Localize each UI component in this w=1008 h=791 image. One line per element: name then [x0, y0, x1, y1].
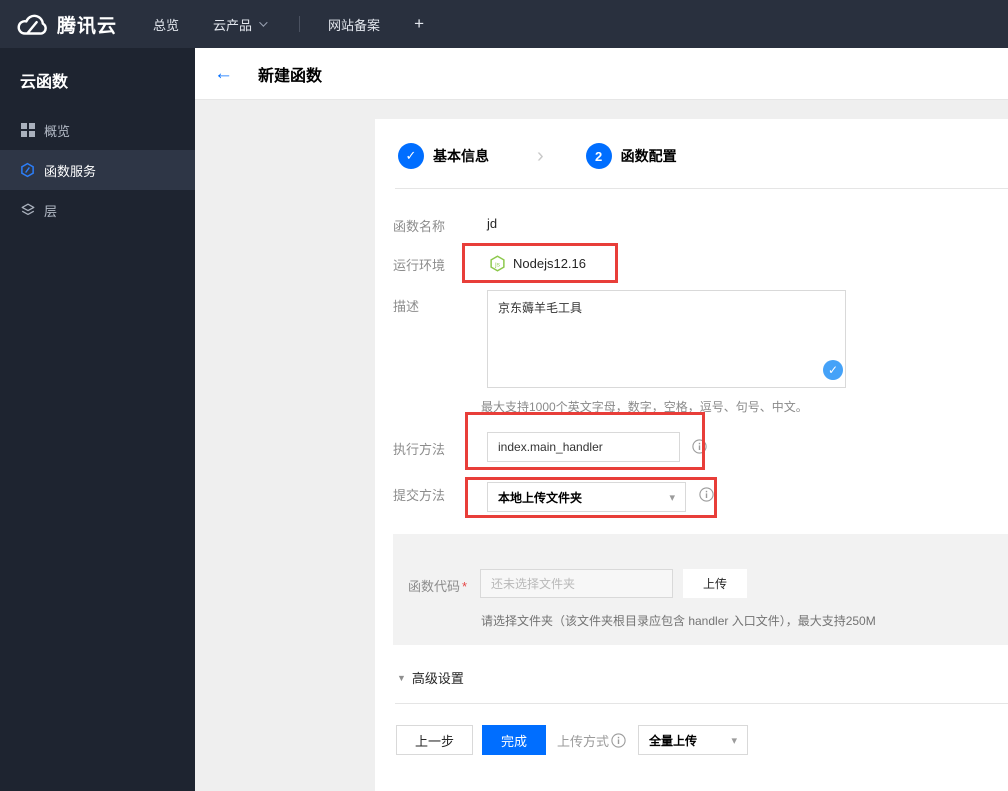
sidebar-item-function-service[interactable]: 函数服务: [0, 150, 195, 190]
page-title: 新建函数: [258, 67, 323, 85]
page-header: ← 新建函数: [195, 48, 1008, 100]
required-asterisk: *: [462, 579, 468, 594]
folder-path-input[interactable]: [480, 569, 673, 598]
step-indicator: ✓ 基本信息 › 2 函数配置: [398, 143, 677, 169]
upload-mode-value: 全量上传: [649, 733, 698, 748]
triangle-down-icon: ▼: [397, 672, 406, 683]
sidebar: 云函数 概览 函数服务 层: [0, 48, 195, 791]
tencent-cloud-logo[interactable]: 腾讯云: [14, 11, 117, 38]
sidebar-item-label: 层: [44, 203, 58, 219]
divider: [395, 703, 1008, 704]
handler-info-icon[interactable]: [692, 439, 707, 454]
submit-method-select[interactable]: 本地上传文件夹 ▾: [487, 482, 686, 512]
brand-name: 腾讯云: [57, 15, 118, 37]
runtime-label: 运行环境: [393, 258, 446, 273]
upload-mode-info-icon[interactable]: [611, 732, 626, 748]
submit-method-label: 提交方法: [393, 488, 446, 503]
handler-label: 执行方法: [393, 442, 446, 457]
runtime-value: js Nodejs12.16: [489, 250, 586, 276]
main-content: ← 新建函数 ✓ 基本信息 › 2 函数配置 函数名称 jd 运行环境 js N…: [195, 48, 1008, 791]
caret-down-icon: ▾: [669, 491, 675, 504]
function-code-label: 函数代码 *: [408, 579, 468, 594]
upload-mode-select[interactable]: 全量上传 ▾: [638, 725, 749, 755]
step1-check-icon: ✓: [398, 143, 424, 169]
function-code-section: 函数代码* 上传 请选择文件夹（该文件夹根目录应包含 handler 入口文件）…: [393, 534, 1008, 645]
advanced-settings-toggle[interactable]: ▼ 高级设置: [397, 668, 464, 687]
back-arrow-icon[interactable]: ←: [214, 64, 233, 83]
create-function-card: ✓ 基本信息 › 2 函数配置 函数名称 jd 运行环境 js Nodejs12…: [375, 119, 1008, 791]
upload-mode: 上传方式: [557, 731, 626, 750]
nav-items: 总览 云产品 网站备案 +: [153, 14, 458, 34]
nodejs-icon: js: [490, 254, 505, 272]
nav-add-tab-button[interactable]: +: [414, 14, 424, 34]
upload-mode-label: 上传方式: [557, 733, 610, 749]
svg-text:js: js: [494, 261, 500, 268]
chevron-down-icon: [259, 18, 268, 27]
advanced-settings-label: 高级设置: [411, 671, 464, 686]
nav-item-products[interactable]: 云产品: [213, 15, 268, 34]
layers-icon: [20, 203, 35, 218]
finish-button[interactable]: 完成: [482, 725, 546, 755]
nav-item-overview[interactable]: 总览: [153, 15, 179, 34]
sidebar-title: 云函数: [20, 74, 69, 91]
scf-hexagon-icon: [20, 162, 35, 178]
nav-divider: [299, 16, 301, 32]
submit-method-info-icon[interactable]: [699, 487, 714, 502]
submit-method-value: 本地上传文件夹: [498, 490, 583, 505]
function-name-value: jd: [487, 216, 498, 231]
handler-input[interactable]: [487, 432, 680, 462]
sidebar-item-layers[interactable]: 层: [0, 190, 195, 230]
description-label: 描述: [393, 299, 420, 314]
function-code-help: 请选择文件夹（该文件夹根目录应包含 handler 入口文件），最大支持250M: [481, 614, 876, 628]
caret-down-icon: ▾: [731, 734, 738, 747]
step2-number: 2: [585, 143, 612, 169]
divider: [395, 188, 1008, 189]
valid-check-icon: ✓: [823, 360, 843, 380]
upload-button[interactable]: 上传: [683, 569, 747, 598]
step-chevron-icon: ›: [537, 145, 544, 167]
top-navbar: 腾讯云 总览 云产品 网站备案 +: [0, 0, 1008, 48]
tencent-cloud-console: 腾讯云 总览 云产品 网站备案 + 云函数 概览 函数服务 层 ← 新建函数 ✓…: [0, 0, 1008, 791]
nav-item-icp[interactable]: 网站备案: [328, 15, 380, 34]
description-help: 最大支持1000个英文字母，数字，空格，逗号、句号、中文。: [481, 400, 808, 414]
function-name-label: 函数名称: [393, 219, 446, 234]
sidebar-item-overview[interactable]: 概览: [0, 110, 195, 150]
previous-step-button[interactable]: 上一步: [396, 725, 473, 755]
sidebar-item-label: 概览: [44, 123, 71, 139]
description-textarea[interactable]: 京东薅羊毛工具: [487, 290, 846, 388]
step2-label: 函数配置: [620, 148, 677, 164]
grid-icon: [20, 123, 35, 138]
sidebar-item-label: 函数服务: [44, 163, 97, 179]
cloud-logo-icon: [14, 12, 48, 37]
footer-actions: 上一步 完成 上传方式 全量上传 ▾: [396, 725, 749, 755]
step1-label: 基本信息: [433, 148, 489, 164]
